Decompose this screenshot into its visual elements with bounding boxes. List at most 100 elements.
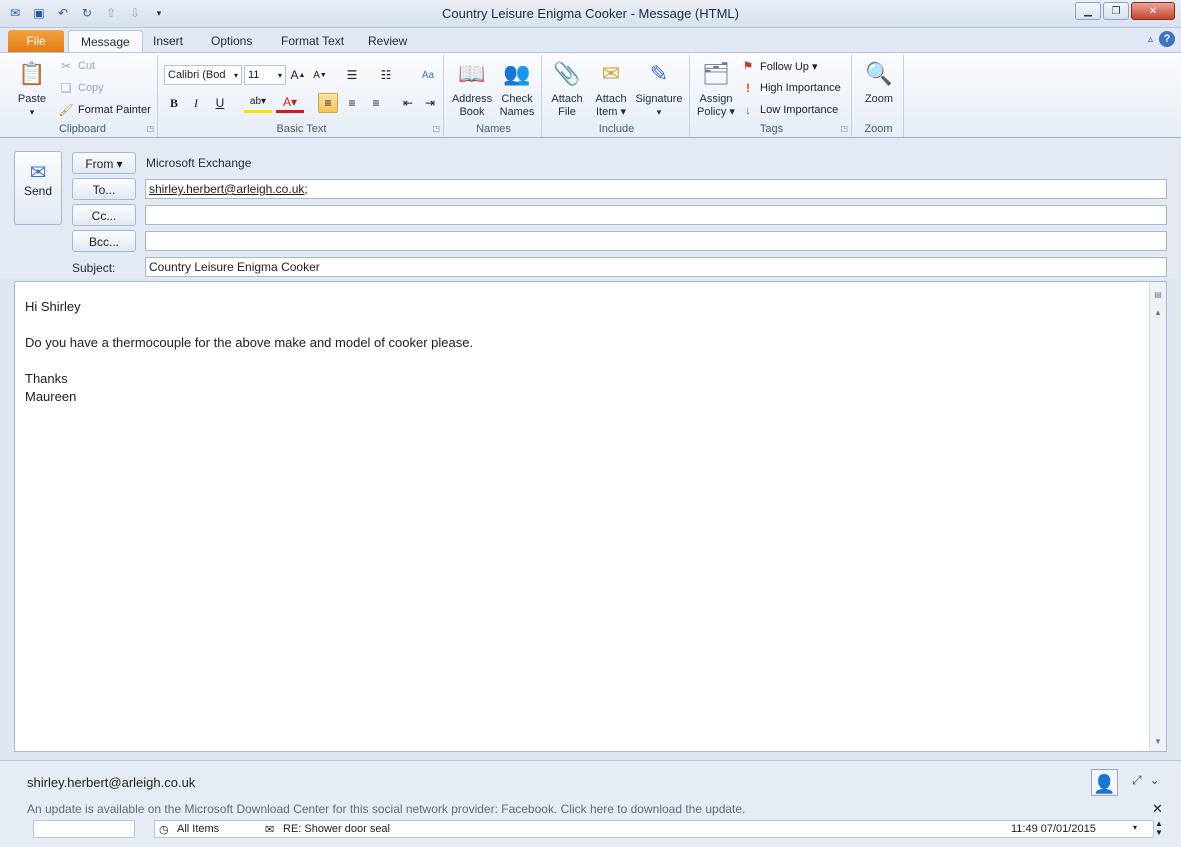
message-body[interactable]: Hi Shirley Do you have a thermocouple fo… [14, 281, 1167, 752]
tab-format-text[interactable]: Format Text [269, 30, 356, 52]
clipboard-label: Clipboard [58, 123, 107, 135]
grow-font-icon[interactable]: A ▲ [288, 65, 308, 85]
tab-options[interactable]: Options [199, 30, 264, 52]
ruler-icon[interactable]: ▤ [1152, 288, 1164, 300]
high-importance-button[interactable]: ! High Importance [740, 81, 841, 95]
body-text[interactable]: Hi Shirley Do you have a thermocouple fo… [25, 298, 473, 406]
low-importance-button[interactable]: ↓ Low Importance [740, 103, 838, 117]
align-right-icon[interactable]: ≡ [366, 93, 386, 113]
chevron-down-icon[interactable]: ⌄ [1150, 773, 1160, 788]
dialog-launcher-icon[interactable]: ◳ [840, 124, 848, 133]
follow-up-button[interactable]: ⚑ Follow Up ▾ [740, 59, 818, 73]
names-group: 📖 Address Book 👥 Check Names Names [446, 55, 542, 137]
zoom-button[interactable]: 🔍 Zoom [856, 57, 902, 106]
bold-icon[interactable]: B [164, 93, 184, 113]
clock-icon: ◷ [159, 824, 169, 836]
numbering-icon[interactable]: ☷ [376, 65, 396, 85]
body-line: Hi Shirley [25, 299, 81, 314]
policy-icon: 🗂 [702, 60, 730, 86]
increase-indent-icon[interactable]: ⇥ [420, 93, 440, 113]
send-button[interactable]: ✉ Send [14, 151, 62, 225]
decrease-indent-icon[interactable]: ⇤ [398, 93, 418, 113]
compose-header: ✉ Send From ▾ Microsoft Exchange To... s… [0, 139, 1181, 279]
tab-review[interactable]: Review [356, 30, 419, 52]
minimize-button[interactable]: ▁ [1075, 2, 1101, 20]
activity-filter[interactable]: All Items [177, 823, 219, 835]
body-line [25, 352, 473, 370]
cut-button[interactable]: ✂ Cut [58, 59, 95, 73]
styles-icon[interactable]: Aa [418, 65, 438, 85]
from-button[interactable]: From ▾ [72, 152, 136, 174]
copy-button[interactable]: ❏ Copy [58, 81, 104, 95]
font-name-select[interactable]: Calibri (Bod ▾ [164, 65, 242, 85]
clipboard-group: 📋 Paste ▾ ✂ Cut ❏ Copy 🖌 Format Painter C… [8, 55, 158, 137]
attach-item-button[interactable]: ✉ Attach Item ▾ [590, 57, 632, 119]
underline-icon[interactable]: U [210, 93, 230, 113]
to-field[interactable]: shirley.herbert@arleigh.co.uk; [145, 179, 1167, 199]
subject-field[interactable]: Country Leisure Enigma Cooker [145, 257, 1167, 277]
address-book-button[interactable]: 📖 Address Book [450, 57, 494, 119]
check-names-button[interactable]: 👥 Check Names [496, 57, 538, 119]
tab-file[interactable]: File [8, 30, 64, 52]
brush-icon: 🖌 [58, 103, 74, 117]
scissors-icon: ✂ [60, 59, 72, 73]
activity-scroll-icon[interactable]: ▲ ▼ [1155, 819, 1163, 837]
format-painter-button[interactable]: 🖌 Format Painter [58, 103, 150, 117]
tab-message[interactable]: Message [68, 30, 143, 52]
help-icon[interactable]: ? [1159, 31, 1175, 47]
minimize-ribbon-icon[interactable]: ▵ [1148, 34, 1153, 45]
close-button[interactable]: ✕ [1131, 2, 1175, 20]
tab-insert[interactable]: Insert [141, 30, 195, 52]
scroll-up-icon[interactable]: ▲ [1152, 306, 1164, 318]
down-arrow-icon: ↓ [745, 103, 751, 117]
bcc-field[interactable] [145, 231, 1167, 251]
restore-button[interactable]: ❐ [1103, 2, 1129, 20]
align-center-icon[interactable]: ≡ [342, 93, 362, 113]
activity-item-subject[interactable]: RE: Shower door seal [283, 823, 390, 835]
vertical-scrollbar[interactable]: ▤ ▲ ▼ [1149, 282, 1166, 751]
body-line [25, 316, 473, 334]
subject-label: Subject: [72, 261, 116, 275]
address-book-icon: 📖 [458, 60, 486, 86]
activity-list[interactable]: ◷ All Items ✉ RE: Shower door seal 11:49… [154, 820, 1154, 838]
to-button[interactable]: To... [72, 178, 136, 200]
bcc-button[interactable]: Bcc... [72, 230, 136, 252]
italic-icon[interactable]: I [186, 93, 206, 113]
cc-field[interactable] [145, 205, 1167, 225]
clipboard-icon: 📋 [18, 60, 46, 86]
scroll-down-icon[interactable]: ▼ [1152, 735, 1164, 747]
tags-group: 🗂 Assign Policy ▾ ⚑ Follow Up ▾ ! High Im… [692, 55, 852, 137]
assign-policy-button[interactable]: 🗂 Assign Policy ▾ [694, 57, 738, 119]
include-label: Include [598, 123, 635, 135]
font-color-icon[interactable]: A▾ [276, 93, 304, 113]
align-left-icon[interactable]: ≡ [318, 93, 338, 113]
cc-button[interactable]: Cc... [72, 204, 136, 226]
avatar[interactable]: 👤 [1091, 769, 1118, 796]
to-separator: ; [304, 182, 308, 196]
close-icon[interactable]: ✕ [1152, 801, 1163, 817]
dialog-launcher-icon[interactable]: ◳ [146, 124, 154, 133]
people-pane-tab-area[interactable] [33, 820, 135, 838]
signature-icon: ✎ [649, 60, 669, 86]
expand-icon[interactable]: ⤢ [1132, 773, 1142, 788]
paperclip-icon: 📎 [553, 60, 581, 86]
update-notification[interactable]: An update is available on the Microsoft … [27, 802, 745, 816]
to-recipient[interactable]: shirley.herbert@arleigh.co.uk [149, 182, 304, 196]
mail-icon: ✉ [265, 824, 275, 836]
highlight-icon[interactable]: ab▾ [244, 93, 272, 113]
font-size-select[interactable]: 11 ▾ [244, 65, 286, 85]
people-pane-name: shirley.herbert@arleigh.co.uk [27, 775, 196, 790]
dialog-launcher-icon[interactable]: ◳ [432, 124, 440, 133]
tags-label: Tags [759, 123, 784, 135]
attach-file-button[interactable]: 📎 Attach File [546, 57, 588, 119]
basic-text-label: Basic Text [276, 123, 327, 135]
bullets-icon[interactable]: ☰ [342, 65, 362, 85]
body-line: Do you have a thermocouple for the above… [25, 335, 474, 350]
exclamation-icon: ! [746, 81, 750, 95]
shrink-font-icon[interactable]: A ▼ [310, 65, 330, 85]
paste-button[interactable]: 📋 Paste ▾ [12, 57, 52, 119]
signature-button[interactable]: ✎ Signature ▾ [632, 57, 686, 119]
zoom-group: 🔍 Zoom Zoom [854, 55, 904, 137]
activity-dropdown-icon[interactable]: ▾ [1133, 823, 1137, 832]
send-envelope-icon: ✉ [29, 162, 47, 184]
